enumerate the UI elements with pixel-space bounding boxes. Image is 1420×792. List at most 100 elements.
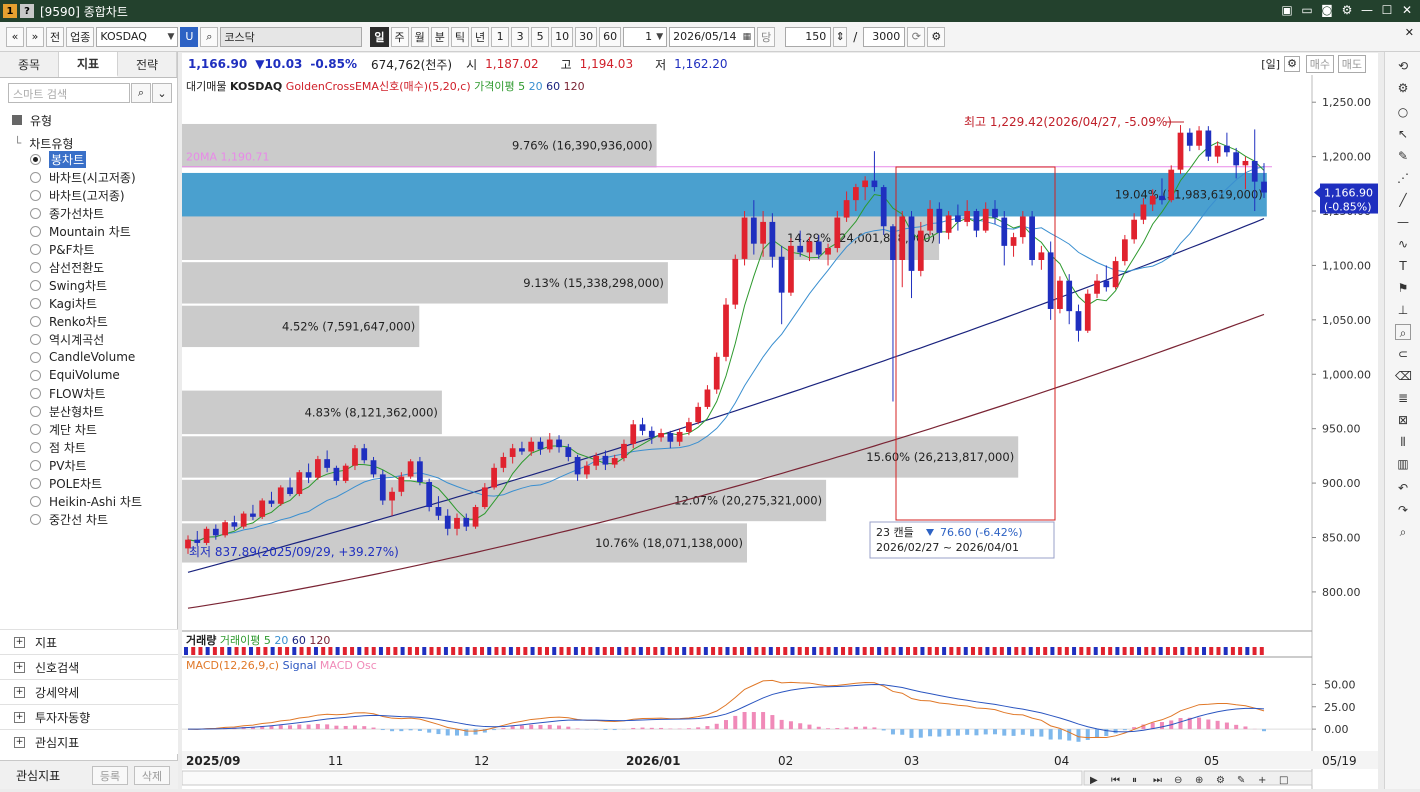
macd-osc-bar[interactable] <box>492 729 496 730</box>
macd-osc-bar[interactable] <box>1206 720 1210 730</box>
macd-osc-bar[interactable] <box>603 729 607 730</box>
candle-body[interactable] <box>964 211 970 222</box>
volume-bar[interactable] <box>422 647 426 655</box>
macd-osc-bar[interactable] <box>631 728 635 729</box>
candle-body[interactable] <box>269 501 275 504</box>
macd-osc-bar[interactable] <box>269 726 273 729</box>
volume-bar[interactable] <box>458 647 462 655</box>
candle-body[interactable] <box>473 507 479 527</box>
macd-osc-bar[interactable] <box>390 729 394 731</box>
candle-body[interactable] <box>491 468 497 488</box>
macd-osc-bar[interactable] <box>1030 729 1034 736</box>
candle-body[interactable] <box>1150 196 1156 205</box>
candle-body[interactable] <box>779 257 785 293</box>
radio-icon[interactable] <box>30 388 41 399</box>
macd-osc-bar[interactable] <box>882 729 886 730</box>
volume-bar[interactable] <box>1253 647 1257 655</box>
macd-osc-bar[interactable] <box>993 729 997 734</box>
candle-body[interactable] <box>797 246 803 253</box>
period-minute-button[interactable]: 분 <box>431 27 449 47</box>
nav-next-button[interactable]: » <box>26 27 44 47</box>
legend-macd[interactable]: MACD(12,26,9,c) <box>186 659 279 672</box>
volume-bar[interactable] <box>877 647 881 655</box>
candle-body[interactable] <box>1178 133 1184 170</box>
volume-bar[interactable] <box>1180 647 1184 655</box>
bar-count-input[interactable]: 150 <box>785 27 831 47</box>
chart-type-radio[interactable]: P&F차트 <box>30 240 95 258</box>
volume-bar[interactable] <box>1087 647 1091 655</box>
window-badge-1[interactable]: 1 <box>3 4 17 18</box>
radio-icon[interactable] <box>30 316 41 327</box>
macd-osc-bar[interactable] <box>845 727 849 729</box>
market-field[interactable]: 코스닥 <box>220 27 362 47</box>
playback-icon[interactable]: ▶ <box>1090 775 1098 786</box>
volume-bar[interactable] <box>935 647 939 655</box>
candle-body[interactable] <box>621 444 627 458</box>
delete-button[interactable]: 삭제 <box>134 766 170 785</box>
volume-bar[interactable] <box>1014 647 1018 655</box>
radio-icon[interactable] <box>30 406 41 417</box>
candle-body[interactable] <box>482 487 488 507</box>
candle-body[interactable] <box>714 357 720 390</box>
candle-body[interactable] <box>1261 182 1267 193</box>
chart-type-radio[interactable]: Mountain 차트 <box>30 222 131 240</box>
volume-bar[interactable] <box>1245 647 1249 655</box>
macd-osc-bar[interactable] <box>733 716 737 729</box>
candle-body[interactable] <box>1057 281 1063 309</box>
volume-bar[interactable] <box>588 647 592 655</box>
candle-body[interactable] <box>705 390 711 407</box>
macd-osc-bar[interactable] <box>427 729 431 733</box>
candle-body[interactable] <box>603 456 609 465</box>
volume-bar[interactable] <box>1101 647 1105 655</box>
tab-strategy[interactable]: 전략 <box>118 52 177 77</box>
chart-type-radio[interactable]: 점 차트 <box>30 438 86 456</box>
candle-body[interactable] <box>955 215 961 222</box>
volume-bar[interactable] <box>1137 647 1141 655</box>
chart-type-radio[interactable]: FLOW차트 <box>30 384 106 402</box>
playback-icon[interactable]: ⏭ <box>1153 775 1162 786</box>
macd-osc-bar[interactable] <box>1067 729 1071 740</box>
candle-body[interactable] <box>1159 196 1165 200</box>
date-unit-button[interactable]: 당 <box>757 27 775 47</box>
volume-bar[interactable] <box>790 647 794 655</box>
volume-bar[interactable] <box>1007 647 1011 655</box>
macd-osc-bar[interactable] <box>761 712 765 729</box>
candle-body[interactable] <box>686 422 692 432</box>
candle-body[interactable] <box>667 433 673 442</box>
macd-osc-bar[interactable] <box>325 724 329 729</box>
macd-osc-bar[interactable] <box>826 728 830 729</box>
accordion-favorite-indicators[interactable]: +관심지표 <box>0 729 178 754</box>
candle-body[interactable] <box>1141 205 1147 220</box>
volume-bar[interactable] <box>444 647 448 655</box>
volume-bar[interactable] <box>480 647 484 655</box>
candle-body[interactable] <box>890 226 896 260</box>
volume-bar[interactable] <box>1159 647 1163 655</box>
volume-bar[interactable] <box>263 647 267 655</box>
tab-stocks[interactable]: 종목 <box>0 52 59 77</box>
volume-bar[interactable] <box>985 647 989 655</box>
radio-icon[interactable] <box>30 514 41 525</box>
candle-body[interactable] <box>695 407 701 422</box>
volume-bar[interactable] <box>357 647 361 655</box>
radio-icon[interactable] <box>30 244 41 255</box>
volume-bar[interactable] <box>451 647 455 655</box>
interval-5-button[interactable]: 5 <box>531 27 549 47</box>
volume-bar[interactable] <box>819 647 823 655</box>
candle-body[interactable] <box>194 540 200 543</box>
macd-osc-bar[interactable] <box>316 724 320 729</box>
macd-osc-bar[interactable] <box>659 728 663 729</box>
radio-icon[interactable] <box>30 172 41 183</box>
candle-body[interactable] <box>1113 261 1119 287</box>
macd-osc-bar[interactable] <box>548 725 552 729</box>
volume-bar[interactable] <box>1000 647 1004 655</box>
candle-body[interactable] <box>723 305 729 357</box>
candle-body[interactable] <box>1122 239 1128 261</box>
count-select[interactable]: 1▼ <box>623 27 667 47</box>
candle-body[interactable] <box>630 424 636 444</box>
close-icon[interactable]: ✕ <box>1405 26 1414 39</box>
zoom-icon[interactable]: ⌕ <box>1395 324 1411 340</box>
volume-bar[interactable] <box>942 647 946 655</box>
macd-osc-bar[interactable] <box>353 725 357 729</box>
chart-type-radio[interactable]: POLE차트 <box>30 474 102 492</box>
legend-goldencross[interactable]: GoldenCrossEMA신호(매수)(5,20,c) <box>286 80 471 93</box>
